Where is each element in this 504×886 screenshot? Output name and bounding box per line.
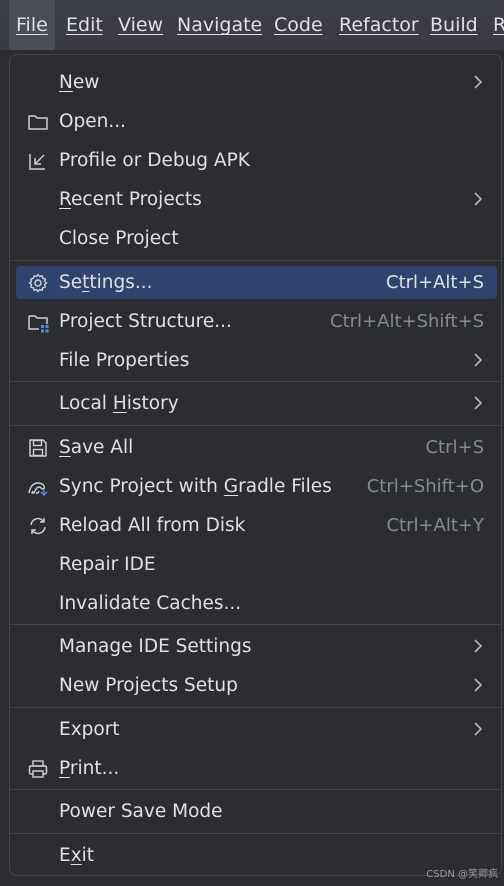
menu-item-settings[interactable]: Settings... Ctrl+Alt+S [16,266,497,299]
menubar-file[interactable]: File [9,0,55,50]
menu-item-label: Recent Projects [59,189,202,210]
gear-icon [27,272,49,294]
menu-item-label: Save All [59,437,134,458]
menu-item-label: Exit [59,845,95,866]
menu-item-open[interactable]: Open... [16,105,497,138]
menu-item-label: Reload All from Disk [59,515,246,536]
import-arrow-icon [27,150,49,172]
save-icon [27,437,49,459]
menu-item-label: Profile or Debug APK [59,150,250,171]
menu-item-label: Settings... [59,272,153,293]
menu-item-label: Print... [59,758,120,779]
chevron-right-icon [471,721,485,737]
menu-separator [10,381,501,382]
gradle-sync-icon [27,476,49,498]
menubar-edit[interactable]: Edit [66,0,103,50]
menu-item-invalidate-caches[interactable]: Invalidate Caches... [16,587,497,620]
menu-item-sync-gradle[interactable]: Sync Project with Gradle Files Ctrl+Shif… [16,470,497,503]
watermark: CSDN @笑卿疯 [426,869,498,880]
folder-icon [27,111,49,133]
menu-item-label: Sync Project with Gradle Files [59,476,332,497]
menu-item-reload-all[interactable]: Reload All from Disk Ctrl+Alt+Y [16,509,497,542]
menu-item-label: Power Save Mode [59,801,223,822]
chevron-right-icon [471,74,485,90]
menu-separator [10,707,501,708]
menu-separator [10,260,501,261]
reload-icon [27,515,49,537]
chevron-right-icon [471,352,485,368]
project-structure-icon [27,311,49,333]
menu-item-repair-ide[interactable]: Repair IDE [16,548,497,581]
menu-separator [10,624,501,625]
menubar-navigate[interactable]: Navigate [177,0,262,50]
shortcut-label: Ctrl+Alt+S [386,272,484,293]
menu-item-label: Manage IDE Settings [59,636,252,657]
menu-item-label: Export [59,719,120,740]
menubar-code[interactable]: Code [274,0,323,50]
menu-item-print[interactable]: Print... [16,752,497,785]
menu-item-label: File Properties [59,350,190,371]
menu-item-label: Local History [59,393,179,414]
menu-separator [10,833,501,834]
menu-item-label: New [59,72,100,93]
file-menu-dropdown: New Open... Profile or Debug APK Recent … [9,54,502,876]
menubar-refactor[interactable]: Refactor [339,0,419,50]
menu-item-local-history[interactable]: Local History [16,387,497,420]
menu-item-exit[interactable]: Exit [16,839,497,872]
menu-item-label: Repair IDE [59,554,156,575]
menu-item-close-project[interactable]: Close Project [16,222,497,255]
menu-item-label: Close Project [59,228,179,249]
menu-separator [10,425,501,426]
menu-item-manage-ide-settings[interactable]: Manage IDE Settings [16,630,497,663]
menubar-build[interactable]: Build [430,0,478,50]
menu-item-save-all[interactable]: Save All Ctrl+S [16,431,497,464]
menu-item-file-properties[interactable]: File Properties [16,344,497,377]
chevron-right-icon [471,638,485,654]
shortcut-label: Ctrl+Shift+O [366,476,484,497]
chevron-right-icon [471,677,485,693]
menu-item-label: New Projects Setup [59,675,238,696]
menu-item-label: Invalidate Caches... [59,593,242,614]
menubar-view[interactable]: View [118,0,163,50]
menu-item-project-structure[interactable]: Project Structure... Ctrl+Alt+Shift+S [16,305,497,338]
menu-item-label: Open... [59,111,127,132]
menu-separator [10,789,501,790]
menu-item-new-projects-setup[interactable]: New Projects Setup [16,669,497,702]
shortcut-label: Ctrl+S [425,437,484,458]
menu-item-export[interactable]: Export [16,713,497,746]
menu-item-new[interactable]: New [16,66,497,99]
menu-item-power-save-mode[interactable]: Power Save Mode [16,795,497,828]
shortcut-label: Ctrl+Alt+Y [386,515,484,536]
menu-item-label: Project Structure... [59,311,232,332]
menu-item-profile-debug-apk[interactable]: Profile or Debug APK [16,144,497,177]
print-icon [27,758,49,780]
chevron-right-icon [471,395,485,411]
menubar-run[interactable]: R [493,0,504,50]
menubar: File Edit View Navigate Code Refactor Bu… [0,0,504,50]
menu-item-recent-projects[interactable]: Recent Projects [16,183,497,216]
chevron-right-icon [471,191,485,207]
shortcut-label: Ctrl+Alt+Shift+S [330,311,484,332]
